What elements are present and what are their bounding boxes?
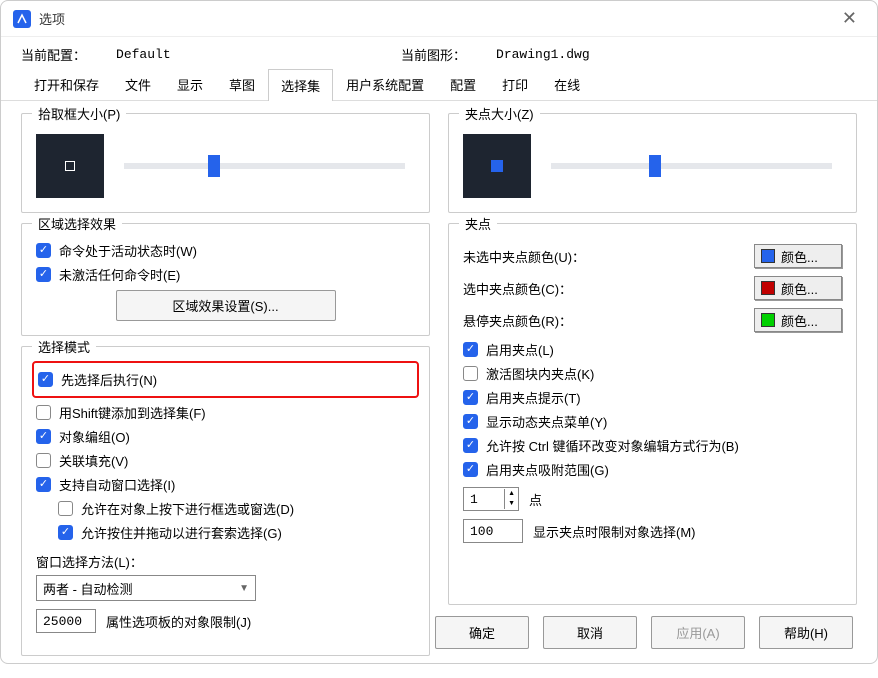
cb-enable-grip[interactable]: 启用夹点(L) [463, 340, 842, 359]
apply-button[interactable]: 应用(A) [651, 616, 745, 649]
cb-grip-menu[interactable]: 显示动态夹点菜单(Y) [463, 412, 842, 431]
titlebar: 选项 ✕ [1, 1, 877, 37]
grip-group: 夹点 未选中夹点颜色(U)： 颜色... 选中夹点颜色(C)： 颜色... 悬停… [448, 223, 857, 605]
chevron-down-icon: ▼ [239, 583, 249, 594]
mode-group: 选择模式 先选择后执行(N) 用Shift键添加到选择集(F) 对象编组(O) … [21, 346, 430, 656]
unselected-color-label: 未选中夹点颜色(U)： [463, 247, 754, 266]
cb-block-grip[interactable]: 激活图块内夹点(K) [463, 364, 842, 383]
window-method-label: 窗口选择方法(L)： [36, 552, 415, 571]
cb-grip-snap[interactable]: 启用夹点吸附范围(G) [463, 460, 842, 479]
footer: 确定 取消 应用(A) 帮助(H) [435, 616, 853, 649]
cb-auto-window[interactable]: 支持自动窗口选择(I) [36, 475, 415, 494]
cb-exec-after[interactable]: 先选择后执行(N) [38, 370, 413, 389]
mode-title: 选择模式 [32, 337, 96, 356]
window-title: 选项 [39, 9, 834, 28]
grip-display-input[interactable]: 100 [463, 519, 523, 543]
region-title: 区域选择效果 [32, 214, 122, 233]
spin-up-icon: ▲ [504, 489, 518, 499]
help-button[interactable]: 帮助(H) [759, 616, 853, 649]
gripsize-group: 夹点大小(Z) [448, 113, 857, 213]
cb-group-obj[interactable]: 对象编组(O) [36, 427, 415, 446]
grip-title: 夹点 [459, 214, 497, 233]
gripsize-preview [463, 134, 531, 198]
pickbox-slider[interactable] [124, 163, 405, 169]
tab-bar: 打开和保存 文件 显示 草图 选择集 用户系统配置 配置 打印 在线 [1, 68, 877, 101]
cb-active-cmd[interactable]: 命令处于活动状态时(W) [36, 241, 415, 260]
tab-user[interactable]: 用户系统配置 [333, 68, 437, 100]
selected-color-label: 选中夹点颜色(C)： [463, 279, 754, 298]
tab-sketch[interactable]: 草图 [216, 68, 268, 100]
current-config-label: 当前配置： [21, 45, 86, 64]
window-method-select[interactable]: 两者 - 自动检测 ▼ [36, 575, 256, 601]
pickbox-preview [36, 134, 104, 198]
grip-points-spinner[interactable]: 1 ▲▼ [463, 487, 519, 511]
tab-open-save[interactable]: 打开和保存 [21, 68, 112, 100]
obj-limit-label: 属性选项板的对象限制(J) [106, 612, 251, 631]
cb-assoc-fill[interactable]: 关联填充(V) [36, 451, 415, 470]
pickbox-title: 拾取框大小(P) [32, 104, 126, 123]
close-icon[interactable]: ✕ [834, 4, 865, 33]
cb-ctrl-cycle[interactable]: 允许按 Ctrl 键循环改变对象编辑方式行为(B) [463, 436, 842, 455]
tab-config[interactable]: 配置 [437, 68, 489, 100]
cb-grip-tips[interactable]: 启用夹点提示(T) [463, 388, 842, 407]
gripsize-slider[interactable] [551, 163, 832, 169]
cb-press-select[interactable]: 允许在对象上按下进行框选或窗选(D) [58, 499, 415, 518]
cb-lasso[interactable]: 允许按住并拖动以进行套索选择(G) [58, 523, 415, 542]
selected-color-button[interactable]: 颜色... [754, 276, 842, 300]
ok-button[interactable]: 确定 [435, 616, 529, 649]
region-settings-button[interactable]: 区域效果设置(S)... [116, 290, 336, 321]
tab-display[interactable]: 显示 [164, 68, 216, 100]
tab-selection[interactable]: 选择集 [268, 69, 333, 101]
app-icon [13, 10, 31, 28]
cb-shift-add[interactable]: 用Shift键添加到选择集(F) [36, 403, 415, 422]
tab-print[interactable]: 打印 [489, 68, 541, 100]
spin-down-icon: ▼ [504, 499, 518, 509]
cb-inactive-cmd[interactable]: 未激活任何命令时(E) [36, 265, 415, 284]
region-group: 区域选择效果 命令处于活动状态时(W) 未激活任何命令时(E) 区域效果设置(S… [21, 223, 430, 336]
cancel-button[interactable]: 取消 [543, 616, 637, 649]
tab-online[interactable]: 在线 [541, 68, 593, 100]
obj-limit-input[interactable]: 25000 [36, 609, 96, 633]
current-drawing-label: 当前图形： [401, 45, 466, 64]
grip-points-label: 点 [529, 490, 542, 509]
gripsize-title: 夹点大小(Z) [459, 104, 540, 123]
grip-display-label: 显示夹点时限制对象选择(M) [533, 522, 696, 541]
current-drawing-value: Drawing1.dwg [496, 47, 590, 62]
pickbox-group: 拾取框大小(P) [21, 113, 430, 213]
current-config-value: Default [116, 47, 171, 62]
tab-file[interactable]: 文件 [112, 68, 164, 100]
hover-color-button[interactable]: 颜色... [754, 308, 842, 332]
unselected-color-button[interactable]: 颜色... [754, 244, 842, 268]
hover-color-label: 悬停夹点颜色(R)： [463, 311, 754, 330]
